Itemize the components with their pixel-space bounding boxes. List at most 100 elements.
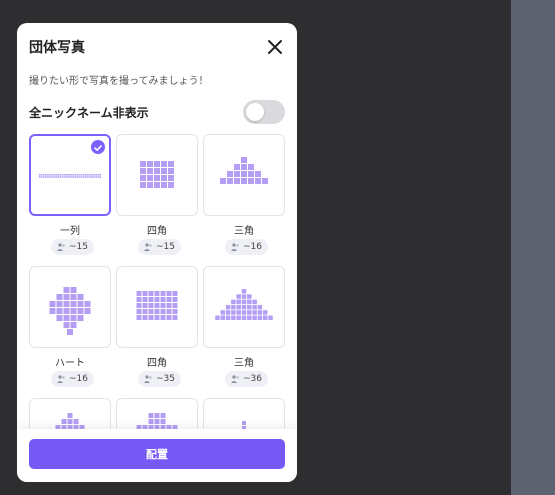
person-tile	[80, 174, 83, 176]
person-tile	[154, 291, 160, 296]
person-tile	[166, 303, 172, 308]
person-tile	[136, 309, 142, 314]
person-tile	[154, 182, 160, 188]
triangle-formation-icon	[215, 289, 273, 320]
person-tile	[252, 310, 257, 315]
person-tile	[68, 174, 70, 176]
person-tile	[49, 176, 51, 178]
person-tile	[55, 176, 58, 178]
person-tile	[70, 301, 77, 307]
person-tile	[168, 175, 174, 181]
formation-card-heart[interactable]	[29, 266, 111, 348]
person-tile	[70, 176, 72, 178]
person-tile	[154, 315, 160, 320]
formation-card-row[interactable]	[29, 134, 111, 216]
person-tile	[99, 174, 102, 176]
person-tile	[63, 174, 66, 176]
person-tile	[40, 176, 43, 178]
formation-card-square-large[interactable]	[116, 266, 198, 348]
person-tile	[172, 291, 178, 296]
person-tile	[49, 301, 56, 307]
person-tile	[148, 309, 154, 314]
capacity-badge: ~36	[225, 371, 268, 387]
person-tile	[63, 322, 70, 328]
person-tile	[97, 174, 100, 176]
person-tile	[161, 161, 167, 167]
person-tile	[154, 297, 160, 302]
person-tile	[172, 315, 178, 320]
person-tile	[61, 176, 64, 178]
person-tile	[147, 161, 153, 167]
person-tile	[78, 174, 81, 176]
person-tile	[136, 291, 142, 296]
person-tile	[51, 174, 53, 176]
person-tile	[154, 419, 160, 424]
capacity-badge: ~15	[51, 239, 94, 255]
person-tile	[241, 157, 247, 163]
formation-card-triangle-small[interactable]	[203, 134, 285, 216]
person-tile	[161, 182, 167, 188]
person-tile	[148, 315, 154, 320]
formation-label: ハート	[55, 358, 85, 369]
person-tile	[247, 304, 252, 310]
person-tile	[242, 421, 246, 425]
formation-card-square-small[interactable]	[116, 134, 198, 216]
person-tile	[236, 315, 241, 320]
person-icon	[57, 243, 65, 251]
capacity-badge: ~15	[138, 239, 181, 255]
person-tile	[247, 299, 252, 305]
person-tile	[82, 176, 85, 178]
person-tile	[241, 171, 247, 177]
person-tile	[56, 301, 63, 307]
person-tile	[78, 176, 81, 178]
person-tile	[45, 176, 47, 178]
person-tile	[252, 299, 257, 305]
hide-nicknames-toggle[interactable]	[243, 100, 285, 124]
person-tile	[241, 178, 247, 184]
person-tile	[248, 164, 254, 170]
person-tile	[142, 303, 148, 308]
close-button[interactable]	[265, 37, 285, 57]
person-tile	[70, 287, 77, 293]
person-tile	[225, 315, 231, 320]
hide-nicknames-label: 全ニックネーム非表示	[29, 106, 149, 120]
person-tile	[262, 315, 268, 320]
square-formation-icon	[140, 161, 174, 188]
person-tile	[148, 303, 154, 308]
person-tile	[68, 176, 70, 178]
person-tile	[84, 174, 87, 176]
person-tile	[166, 315, 172, 320]
person-tile	[154, 413, 160, 418]
person-tile	[95, 174, 98, 176]
person-tile	[84, 308, 91, 314]
person-tile	[47, 174, 49, 176]
person-tile	[70, 322, 77, 328]
person-tile	[95, 176, 98, 178]
formation-card-triangle-large[interactable]	[203, 266, 285, 348]
person-tile	[168, 182, 174, 188]
person-tile	[148, 291, 154, 296]
person-tile	[93, 176, 95, 178]
person-tile	[136, 303, 142, 308]
person-tile	[147, 182, 153, 188]
person-tile	[140, 161, 146, 167]
person-tile	[160, 413, 166, 418]
person-tile	[247, 310, 252, 315]
person-tile	[70, 174, 72, 176]
person-tile	[136, 315, 142, 320]
person-tile	[262, 178, 268, 184]
person-tile	[168, 161, 174, 167]
person-tile	[220, 178, 226, 184]
capacity-badge: ~35	[138, 371, 181, 387]
person-tile	[84, 301, 91, 307]
person-tile	[140, 175, 146, 181]
person-tile	[172, 297, 178, 302]
person-tile	[234, 178, 240, 184]
place-button[interactable]: 配置	[29, 439, 285, 469]
person-tile	[56, 294, 63, 300]
person-tile	[77, 308, 84, 314]
formation-label: 四角	[147, 358, 167, 369]
person-tile	[168, 168, 174, 174]
close-icon	[268, 40, 282, 54]
person-tile	[87, 176, 89, 178]
